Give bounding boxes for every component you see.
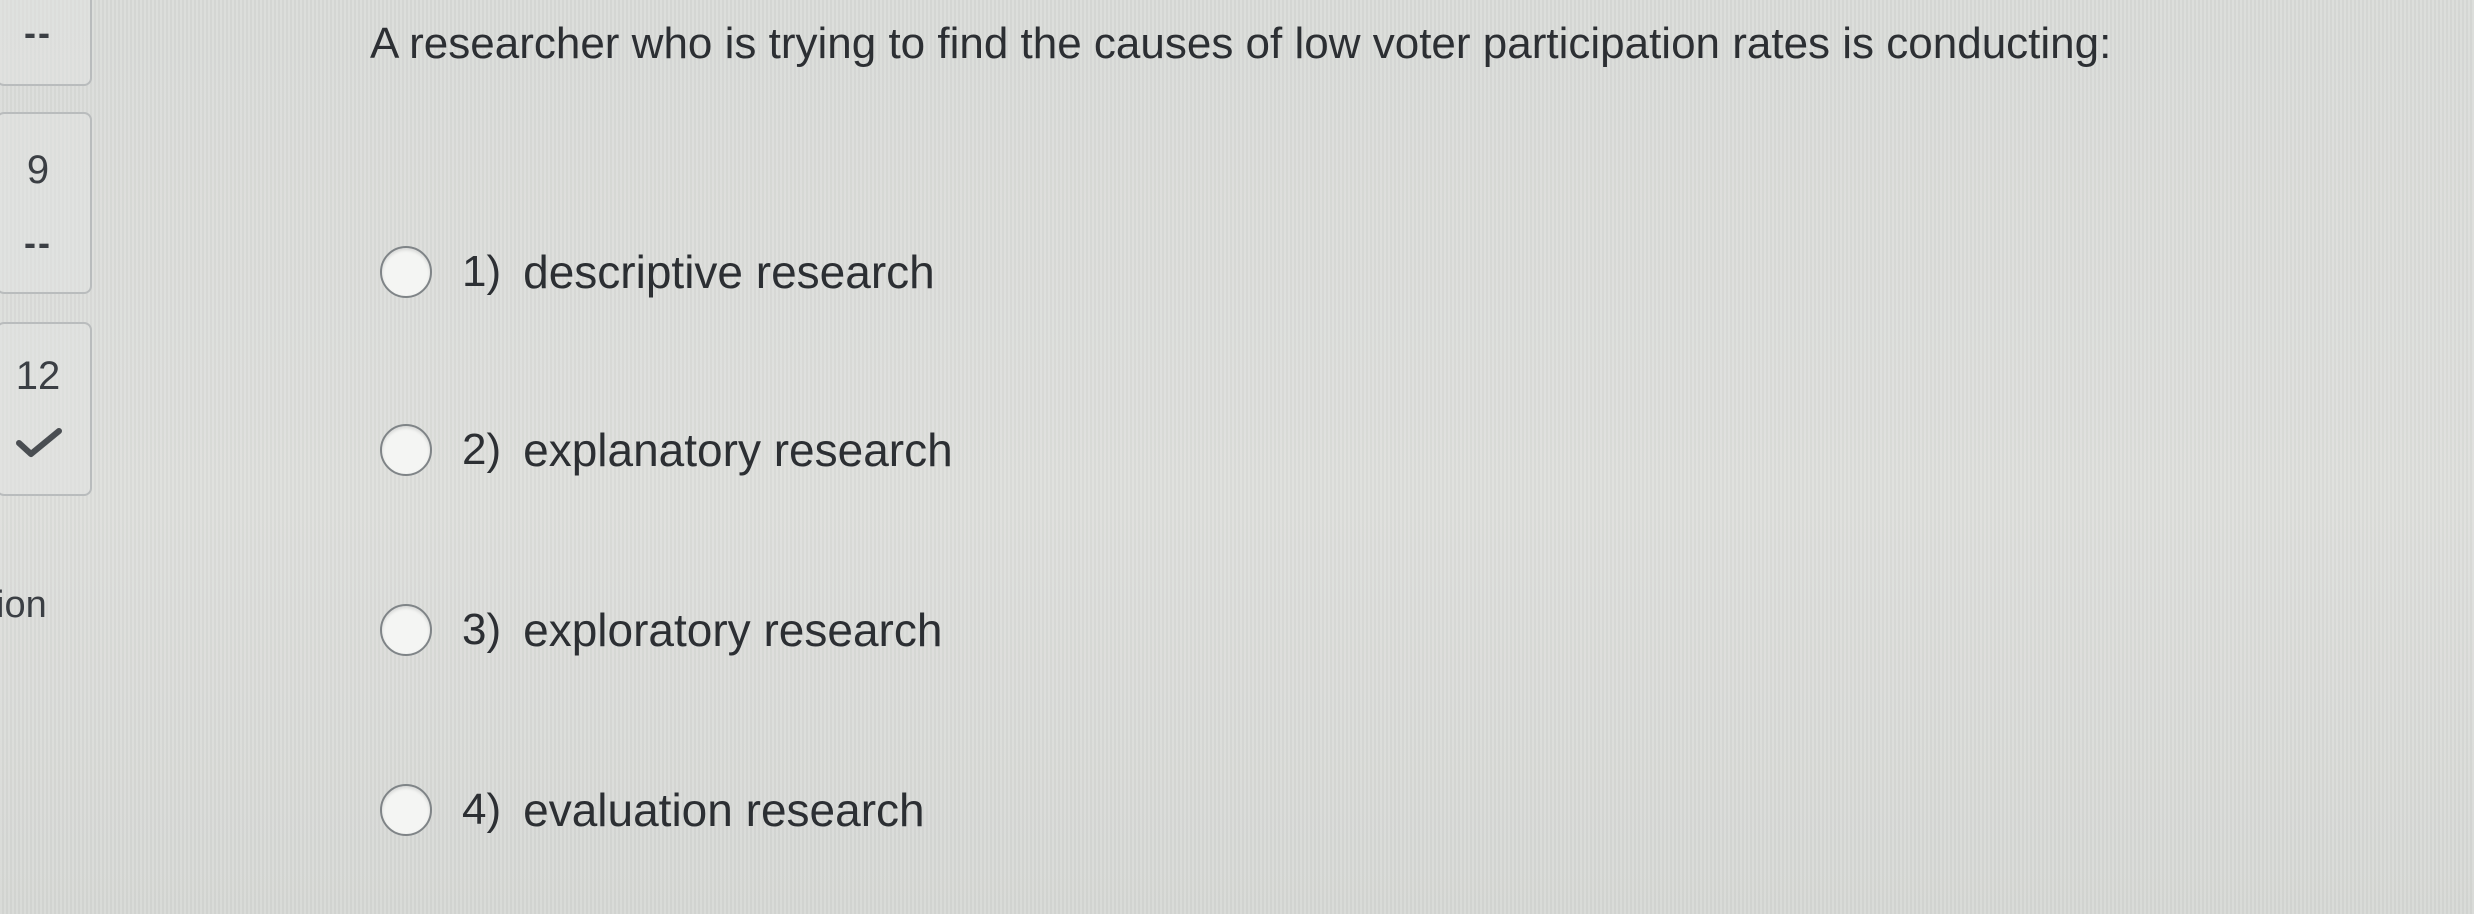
nav-question-number: 9: [26, 148, 50, 192]
option-number: 3): [462, 605, 502, 654]
side-label-partial: ion: [0, 584, 47, 626]
nav-status-dashes: --: [24, 222, 52, 263]
option-label[interactable]: exploratory research: [523, 603, 942, 657]
radio-button[interactable]: [380, 604, 432, 656]
option-label[interactable]: explanatory research: [523, 423, 953, 477]
option-number: 1): [462, 247, 502, 296]
answer-option-4[interactable]: 4) evaluation research: [380, 770, 925, 850]
answer-option-2[interactable]: 2) explanatory research: [380, 410, 953, 490]
radio-button[interactable]: [380, 784, 432, 836]
radio-button[interactable]: [380, 246, 432, 298]
option-number: 4): [462, 785, 502, 834]
question-nav-card-9[interactable]: 9 --: [0, 112, 92, 294]
checkmark-icon: [16, 428, 62, 457]
nav-status-dashes: --: [24, 12, 52, 53]
radio-button[interactable]: [380, 424, 432, 476]
question-nav-card-12[interactable]: 12: [0, 322, 92, 496]
question-nav-card-previous[interactable]: --: [0, 0, 92, 86]
question-text: A researcher who is trying to find the c…: [370, 19, 2112, 68]
option-number: 2): [462, 425, 502, 474]
option-label[interactable]: evaluation research: [523, 783, 924, 837]
option-label[interactable]: descriptive research: [523, 245, 935, 299]
answer-option-1[interactable]: 1) descriptive research: [380, 232, 935, 312]
nav-question-number: 12: [15, 354, 61, 398]
answer-option-3[interactable]: 3) exploratory research: [380, 590, 942, 670]
